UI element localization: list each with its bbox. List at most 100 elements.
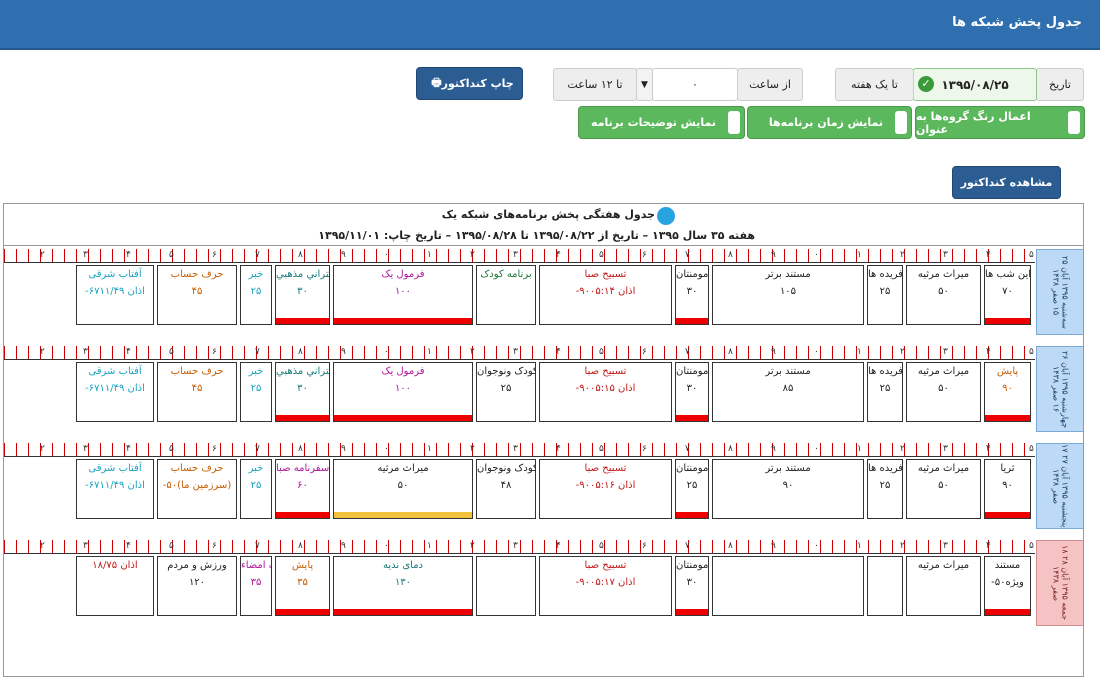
toggle-handle <box>895 111 907 134</box>
show-times-toggle[interactable]: نمایش زمان برنامه‌ها <box>747 106 912 139</box>
program-block[interactable]: سختراني مذهبي ۳۰ <box>275 362 330 422</box>
program-block[interactable]: خبر ۲۵ <box>240 362 272 422</box>
program-block[interactable]: میراث مرثیه ۵۰ <box>906 265 981 325</box>
program-block[interactable]: دست آفریده ها ۲۵ <box>867 362 903 422</box>
print-conductor-button[interactable]: 🖶 چاپ کنداکتور <box>416 67 523 100</box>
program-block[interactable]: تسبیح صبا -۹۰اذان ۰۵:۱۴ <box>539 265 672 325</box>
ruler-tick-label: ۷ <box>255 444 260 454</box>
program-block[interactable]: تسبیح صبا -۹۰اذان ۰۵:۱۷ <box>539 556 672 616</box>
ruler-tick-label: ۵ <box>1029 444 1034 454</box>
ruler-tick-label: ۹ <box>771 347 776 357</box>
program-block[interactable]: کودک ونوجوان ۲۵ <box>476 362 536 422</box>
program-block[interactable]: آفتاب شرقی -۶۷اذان ۱۱/۴۹ <box>76 265 154 325</box>
program-block[interactable]: اذان ۱۸/۷۵ <box>76 556 154 616</box>
program-block[interactable]: با مومنتان ۲۵ <box>675 459 709 519</box>
program-block[interactable]: حرف حساب ۴۵ <box>157 265 237 325</box>
program-color-bar <box>276 415 329 421</box>
ruler-tick-label: ۹ <box>341 250 346 260</box>
program-block[interactable]: ورزش و مردم ۱۲۰ <box>157 556 237 616</box>
program-name: تسبیح صبا <box>584 560 627 571</box>
program-duration: ۱۰۰ <box>394 383 412 394</box>
show-descriptions-toggle[interactable]: نمایش توضیحات برنامه <box>578 106 745 139</box>
day-label: سه‌شنبه ۱۳۹۵ آبان ۲۵ ۱۵ صفر ۱۴۳۸ <box>1036 249 1083 335</box>
program-block[interactable]: مستند برتر ۹۰ <box>712 459 864 519</box>
apply-group-colors-toggle[interactable]: اعمال رنگ گروه‌ها به عنوان <box>915 106 1085 139</box>
program-duration: ۲۵ <box>879 480 891 491</box>
program-name: با مومنتان <box>676 463 709 474</box>
program-block[interactable] <box>476 556 536 616</box>
ruler-tick-label: ۶ <box>212 250 217 260</box>
program-block[interactable]: یک خاطره یک امضاء ۳۵ <box>240 556 272 616</box>
from-hour-input[interactable]: ۰ <box>652 68 738 101</box>
view-conductor-button[interactable]: مشاهده کنداکتور <box>952 166 1061 199</box>
program-block[interactable]: میراث مرثیه ۵۰ <box>333 459 473 519</box>
ruler-tick-label: ۵ <box>169 444 174 454</box>
ruler-tick-label: ۸ <box>298 250 303 260</box>
program-block[interactable]: میراث مرثیه ۵۰ <box>906 362 981 422</box>
program-duration: -۹۰اذان ۰۵:۱۶ <box>575 480 636 491</box>
ruler-tick-label: ۸ <box>728 444 733 454</box>
program-block[interactable]: تسبیح صبا -۹۰اذان ۰۵:۱۶ <box>539 459 672 519</box>
ruler-tick-label: ۲ <box>40 347 45 357</box>
program-block[interactable]: پایش ۳۵ <box>275 556 330 616</box>
program-block[interactable]: حرف حساب ۴۵ <box>157 362 237 422</box>
program-block[interactable]: دست آفریده ها ۲۵ <box>867 459 903 519</box>
program-block[interactable]: مومنتان ۳۰ <box>675 265 709 325</box>
ruler-tick-label: ۷ <box>685 250 690 260</box>
ruler-tick-label: ۴ <box>556 250 561 260</box>
program-block[interactable]: میراث مرثیه ۵۰ <box>906 459 981 519</box>
program-block[interactable]: پایش ۹۰ <box>984 362 1031 422</box>
program-block[interactable]: سختراني مذهبي ۳۰ <box>275 265 330 325</box>
program-name: با مومنتان <box>676 560 709 571</box>
program-block[interactable]: خبر ۲۵ <box>240 265 272 325</box>
program-duration: ۸۵ <box>782 383 794 394</box>
program-block[interactable]: سفرنامه صبا ۶۰ <box>275 459 330 519</box>
program-block[interactable]: برنامه کودک <box>476 265 536 325</box>
ruler-tick-label: ۹ <box>341 347 346 357</box>
program-name: تسبیح صبا <box>584 269 627 280</box>
program-color-bar <box>334 318 472 324</box>
program-block[interactable]: حرف حساب -۵۰(سرزمین ما) <box>157 459 237 519</box>
program-block[interactable]: مستند -۵۰ویژه <box>984 556 1031 616</box>
schedule-sheet: جدول هفتگی پخش برنامه‌های شبکه یک هفته ۳… <box>3 203 1084 677</box>
program-block[interactable]: برنامه کودک ونوجوان ۴۸ <box>476 459 536 519</box>
program-block[interactable] <box>867 556 903 616</box>
program-duration: ۴۵ <box>191 286 203 297</box>
program-block[interactable]: دست آفریده ها ۲۵ <box>867 265 903 325</box>
program-block[interactable]: فرمول یک ۱۰۰ <box>333 265 473 325</box>
program-block[interactable] <box>712 556 864 616</box>
time-ruler <box>4 249 1035 263</box>
ruler-tick-label: ۶ <box>212 444 217 454</box>
ruler-tick-label: ۳ <box>513 444 518 454</box>
program-block[interactable]: مستند برتر ۸۵ <box>712 362 864 422</box>
program-block[interactable]: این شب ها ۷۰ <box>984 265 1031 325</box>
toggle-label: نمایش توضیحات برنامه <box>591 116 716 129</box>
ruler-tick-label: ۳ <box>943 250 948 260</box>
ruler-tick-label: ۴ <box>126 250 131 260</box>
ruler-tick-label: ۵ <box>599 250 604 260</box>
program-block[interactable]: خبر ۲۵ <box>240 459 272 519</box>
ruler-tick-label: ۸ <box>728 347 733 357</box>
program-block[interactable]: آفتاب شرقی -۶۷اذان ۱۱/۴۹ <box>76 362 154 422</box>
program-block[interactable]: ثریا ۹۰ <box>984 459 1031 519</box>
dropdown-arrow-icon[interactable]: ▼ <box>636 68 653 101</box>
program-color-bar <box>334 512 472 518</box>
program-duration: ۲۵ <box>686 480 698 491</box>
ruler-tick-label: ۹ <box>341 541 346 551</box>
program-block[interactable]: با مومنتان ۳۰ <box>675 556 709 616</box>
program-block[interactable]: با مومنتان ۳۰ <box>675 362 709 422</box>
program-block[interactable]: میراث مرثیه <box>906 556 981 616</box>
program-block[interactable]: دمای نديه ۱۳۰ <box>333 556 473 616</box>
program-block[interactable]: فرمول یک ۱۰۰ <box>333 362 473 422</box>
ruler-tick-label: ۷ <box>685 444 690 454</box>
program-block[interactable]: آفتاب شرقی -۶۷اذان ۱۱/۴۹ <box>76 459 154 519</box>
program-block[interactable]: مستند برتر ۱۰۵ <box>712 265 864 325</box>
program-block[interactable]: تسبیح صبا -۹۰اذان ۰۵:۱۵ <box>539 362 672 422</box>
print-icon: 🖶 <box>431 76 442 89</box>
program-color-bar <box>334 609 472 615</box>
ruler-tick-label: ۰ <box>384 444 389 454</box>
ruler-tick-label: ۱ <box>427 347 432 357</box>
program-name: آفتاب شرقی <box>88 269 142 280</box>
program-duration: ۹۰ <box>782 480 794 491</box>
program-name: خبر <box>248 366 264 377</box>
